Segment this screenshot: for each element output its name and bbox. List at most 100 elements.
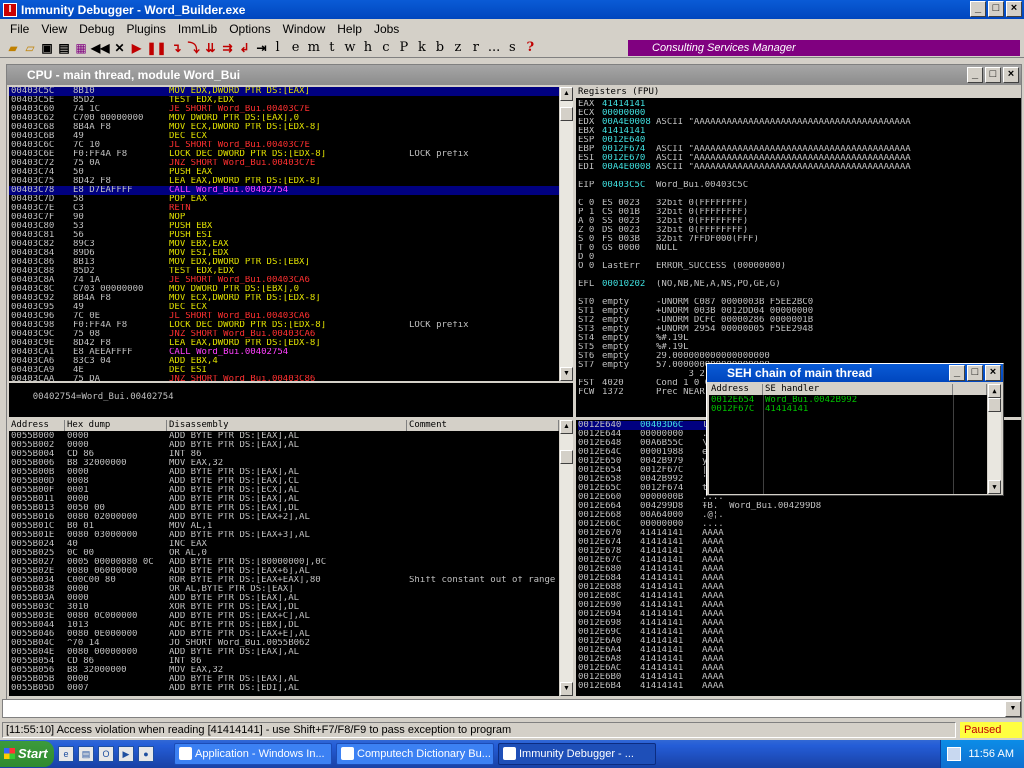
dump-row[interactable]: 0055B004 CD 86 INT 86 [11, 450, 559, 459]
stack-row[interactable]: 0012E6A8 41414141 AAAA [578, 655, 1002, 664]
trace-into-icon[interactable]: ⇊ [204, 40, 218, 56]
breakpoints-button[interactable]: b [434, 40, 446, 56]
seh-close-button[interactable]: × [985, 365, 1001, 381]
register-line[interactable]: ST1 empty +UNORM 003B 0012DD04 00000000 [578, 307, 1021, 316]
disasm-row[interactable]: 00403C8C C703 00000000 MOV DWORD PTR DS:[E… [9, 285, 559, 294]
register-line[interactable]: ST5 empty %#.19L [578, 343, 1021, 352]
patches-button[interactable]: P [398, 40, 410, 56]
pycommands-icon[interactable]: ▦ [74, 40, 88, 56]
seh-minimize-button[interactable]: _ [949, 365, 965, 381]
dump-scroll-up-icon[interactable]: ▲ [560, 420, 573, 434]
stack-row[interactable]: 0012E66C 00000000.... [578, 520, 1002, 529]
dump-row[interactable]: 0055B011 0000 ADD BYTE PTR DS:[EAX],AL [11, 495, 559, 504]
menu-immlib[interactable]: ImmLib [172, 22, 223, 36]
stack-row[interactable]: 0012E68C 41414141 AAAA [578, 592, 1002, 601]
task-dictionary[interactable]: Computech Dictionary Bu... [336, 743, 494, 765]
disasm-row[interactable]: 00403CA1 E8 AEEAFFFF CALL Word_Bui.0040275… [9, 348, 559, 357]
dump-row[interactable]: 0055B046 0080 0E000000 ADD BYTE PTR DS:[EA… [11, 630, 559, 639]
disasm-row[interactable]: 00403C9E 8D42 F8 LEA EAX,DWORD PTR DS:[EDX… [9, 339, 559, 348]
seh-list[interactable]: Address SE handler 0012E654 Word_Bui.0042… [709, 384, 1001, 494]
disasm-row[interactable]: 00403C78 E8 D7EAFFFF CALL Word_Bui.0040275… [9, 186, 559, 195]
register-line[interactable]: ST4 empty %#.19L [578, 334, 1021, 343]
stack-row[interactable]: 0012E688 41414141 AAAA [578, 583, 1002, 592]
disasm-row[interactable]: 00403C62 C700 00000000 MOV DWORD PTR DS:[E… [9, 114, 559, 123]
register-line[interactable]: Z 0 DS 0023 32bit 0(FFFFFFFF) [578, 226, 1021, 235]
disasm-row[interactable]: 00403C6C 7C 10 JL SHORT Word_Bui.00403C7E [9, 141, 559, 150]
dump-row[interactable]: 0055B025 0C 00 OR AL,0 [11, 549, 559, 558]
dump-row[interactable]: 0055B03E 0080 0C000000 ADD BYTE PTR DS:[EA… [11, 612, 559, 621]
disasm-row[interactable]: 00403C98 F0:FF4A F8 LOCK DEC DWORD PTR DS:… [9, 321, 559, 330]
hw-breakpoints-button[interactable]: z [452, 40, 464, 56]
dump-col-address[interactable]: Address [9, 420, 65, 431]
dump-row[interactable]: 0055B054 CD 86 INT 86 [11, 657, 559, 666]
disasm-row[interactable]: 00403C82 89C3 MOV EBX,EAX [9, 240, 559, 249]
command-input[interactable]: ▼ [2, 699, 1022, 718]
cpu-button[interactable]: c [380, 40, 392, 56]
dump-col-hex[interactable]: Hex dump [65, 420, 167, 431]
seh-titlebar[interactable]: SEH chain of main thread _ □ × [707, 364, 1003, 382]
stack-row[interactable]: 0012E6AC 41414141 AAAA [578, 664, 1002, 673]
register-line[interactable]: EBX 41414141 [578, 127, 1021, 136]
disasm-row[interactable]: 00403CAA 75 DA JNZ SHORT Word_Bui.00403C86 [9, 375, 559, 381]
task-application[interactable]: Application - Windows In... [174, 743, 332, 765]
register-line[interactable]: D 0 [578, 253, 1021, 262]
register-line[interactable]: ST3 empty +UNORM 2954 00000005 F5EE2948 [578, 325, 1021, 334]
pause-icon[interactable]: ❚❚ [146, 40, 166, 56]
disasm-row[interactable]: 00403C84 89D6 MOV ESI,EDX [9, 249, 559, 258]
dump-row[interactable]: 0055B024 40 INC EAX [11, 540, 559, 549]
disasm-row[interactable]: 00403C5C 8B10 MOV EDX,DWORD PTR DS:[EAX] [9, 87, 559, 96]
dump-row[interactable]: 0055B04E 0080 00000000 ADD BYTE PTR DS:[EA… [11, 648, 559, 657]
register-line[interactable]: ST2 empty -UNORM DCFC 00000286 0000001B [578, 316, 1021, 325]
dump-row[interactable]: 0055B016 0080 02000000 ADD BYTE PTR DS:[EA… [11, 513, 559, 522]
register-line[interactable]: ESI 0012E670 ASCII "AAAAAAAAAAAAAAAAAAAAAA… [578, 154, 1021, 163]
disasm-row[interactable]: 00403C7F 90 NOP [9, 213, 559, 222]
restart-icon[interactable]: ◀◀ [91, 40, 109, 56]
menu-help[interactable]: Help [331, 22, 368, 36]
dump-row[interactable]: 0055B002 0000 ADD BYTE PTR DS:[EAX],AL [11, 441, 559, 450]
register-line[interactable] [578, 190, 1021, 199]
cpu-window-titlebar[interactable]: CPU - main thread, module Word_Bui _ □ × [7, 65, 1021, 85]
stack-row[interactable]: 0012E684 41414141 AAAA [578, 574, 1002, 583]
run-trace-button[interactable]: r [470, 40, 482, 56]
stack-row[interactable]: 0012E680 41414141 AAAA [578, 565, 1002, 574]
disasm-row[interactable]: 00403C68 8B4A F8 MOV ECX,DWORD PTR DS:[EDX… [9, 123, 559, 132]
cpu-minimize-button[interactable]: _ [967, 67, 983, 83]
disassembly-pane[interactable]: 00403C5C 8B10 MOV EDX,DWORD PTR DS:[EAX] 00… [9, 87, 559, 381]
disasm-row[interactable]: 00403C92 8B4A F8 MOV ECX,DWORD PTR DS:[EDX… [9, 294, 559, 303]
log-window-button[interactable]: l [272, 40, 284, 56]
seh-scroll-thumb[interactable] [988, 398, 1001, 412]
dump-row[interactable]: 0055B056 B8 32000000 MOV EAX,32 [11, 666, 559, 675]
menu-plugins[interactable]: Plugins [121, 22, 172, 36]
media-icon[interactable]: ▶ [118, 746, 134, 762]
goto-icon[interactable]: ⇥ [255, 40, 269, 56]
disasm-row[interactable]: 00403C81 56 PUSH ESI [9, 231, 559, 240]
scroll-thumb[interactable] [560, 107, 573, 121]
disasm-row[interactable]: 00403C7D 58 POP EAX [9, 195, 559, 204]
register-line[interactable]: ESP 0012E640 [578, 136, 1021, 145]
stack-row[interactable]: 0012E6A0 41414141 AAAA [578, 637, 1002, 646]
disasm-row[interactable]: 00403C80 53 PUSH EBX [9, 222, 559, 231]
task-immunity[interactable]: Immunity Debugger - ... [498, 743, 656, 765]
disasm-row[interactable]: 00403C5E 85D2 TEST EDX,EDX [9, 96, 559, 105]
disassembly-scrollbar[interactable]: ▲ ▼ [559, 87, 573, 381]
terminal-icon[interactable]: ▣ [40, 40, 54, 56]
step-over-icon[interactable]: ⤵ [187, 40, 201, 56]
menu-window[interactable]: Window [277, 22, 332, 36]
register-line[interactable]: EDI 00A4E0008 ASCII "AAAAAAAAAAAAAAAAAAAAA… [578, 163, 1021, 172]
register-line[interactable]: EDX 00A4E0008 ASCII "AAAAAAAAAAAAAAAAAAAAA… [578, 118, 1021, 127]
disasm-row[interactable]: 00403C75 8D42 F8 LEA EAX,DWORD PTR DS:[EDX… [9, 177, 559, 186]
register-line[interactable]: P 1 CS 001B 32bit 0(FFFFFFFF) [578, 208, 1021, 217]
disasm-row[interactable]: 00403C88 85D2 TEST EDX,EDX [9, 267, 559, 276]
disasm-row[interactable]: 00403C60 74 1C JE SHORT Word_Bui.00403C7E [9, 105, 559, 114]
execute-till-return-icon[interactable]: ↲ [238, 40, 252, 56]
explorer-icon[interactable]: ▤ [78, 746, 94, 762]
disasm-row[interactable]: 00403C9C 75 08 JNZ SHORT Word_Bui.00403CA6 [9, 330, 559, 339]
disasm-row[interactable]: 00403C96 7C 0E JL SHORT Word_Bui.00403CA6 [9, 312, 559, 321]
network-icon[interactable] [947, 747, 961, 761]
seh-maximize-button[interactable]: □ [967, 365, 983, 381]
seh-scroll-down-icon[interactable]: ▼ [988, 480, 1001, 494]
dump-row[interactable]: 0055B044 1013 ADC BYTE PTR DS:[EBX],DL [11, 621, 559, 630]
dump-row[interactable]: 0055B006 B8 32000000 MOV EAX,32 [11, 459, 559, 468]
dump-row[interactable]: 0055B013 0050 00 ADD BYTE PTR DS:[EAX],DL [11, 504, 559, 513]
seh-row[interactable]: 0012F67C 41414141 [709, 405, 987, 414]
